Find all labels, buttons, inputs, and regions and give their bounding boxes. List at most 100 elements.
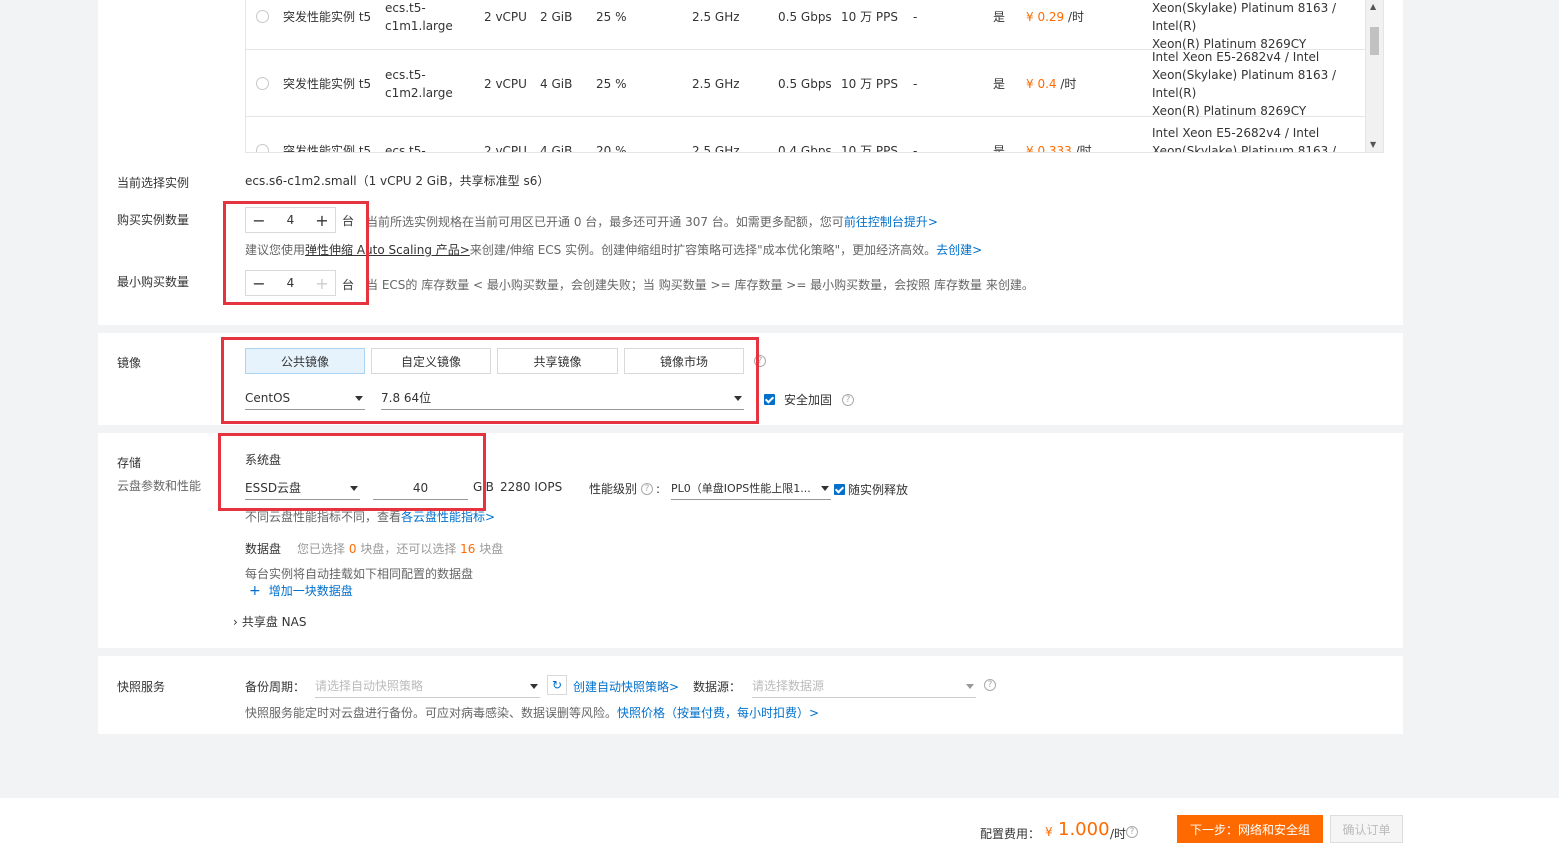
table-row[interactable]: 突发性能实例 t5 ecs.t5- 2 vCPU 4 GiB 20 % 2.5 GHz 0.…: [246, 117, 1366, 153]
quota-link[interactable]: 前往控制台提升>: [844, 215, 938, 229]
price-value: ¥ 0.29: [1026, 9, 1065, 24]
nas-label: 共享盘 NAS: [241, 615, 307, 629]
table-row[interactable]: 突发性能实例 t5 ecs.t5- c1m1.large 2 vCPU 2 GiB 25 …: [246, 0, 1366, 51]
security-option[interactable]: 安全加固?: [764, 391, 855, 408]
snapshot-policy-placeholder: 请选择自动快照策略: [315, 679, 424, 693]
next-network-button[interactable]: 下一步：网络和安全组: [1177, 815, 1323, 843]
spec-line: ecs.t5-: [385, 67, 426, 82]
cell-support: 是: [993, 76, 1006, 91]
spec-line: ecs.t5-: [385, 0, 426, 15]
disk-iops: 2280 IOPS: [500, 480, 563, 494]
cell-price: ¥ 0.29 /时: [1026, 0, 1084, 50]
create-snapshot-policy-link[interactable]: 创建自动快照策略>: [573, 678, 679, 695]
help-icon[interactable]: ?: [984, 679, 996, 691]
scroll-down-icon[interactable]: ▼: [1370, 140, 1376, 149]
add-data-disk-button[interactable]: + 增加一块数据盘: [249, 582, 353, 599]
colon: :: [656, 481, 661, 496]
cell-support: 是: [993, 143, 1006, 153]
cell-bw: 0.4 Gbps: [778, 143, 832, 153]
data-disk-info: 您已选择 0 块盘，还可以选择 16 块盘: [297, 540, 503, 557]
perf-link[interactable]: 各云盘性能指标>: [401, 510, 495, 524]
perf-level-value: PL0（单盘IOPS性能上限1...: [671, 481, 811, 495]
help-icon[interactable]: ?: [1126, 826, 1138, 838]
scaling-create-link[interactable]: 去创建>: [936, 243, 982, 257]
table-scrollbar[interactable]: ▲ ▼: [1365, 0, 1383, 152]
radio-icon[interactable]: [256, 144, 269, 152]
table-row[interactable]: 突发性能实例 t5 ecs.t5- c1m2.large 2 vCPU 4 GiB 25 …: [246, 50, 1366, 118]
cell-vcpu: 2 vCPU: [484, 143, 527, 153]
nas-toggle[interactable]: › 共享盘 NAS: [233, 613, 306, 630]
price-value: ¥ 0.333: [1026, 143, 1072, 153]
radio-icon[interactable]: [256, 77, 269, 90]
cell-pps: 10 万 PPS: [841, 9, 898, 24]
snapshot-note-text: 快照服务能定时对云盘进行备份。可应对病毒感染、数据误删等风险。: [245, 706, 618, 720]
cell-vcpu: 2 vCPU: [484, 9, 527, 24]
refresh-icon[interactable]: ↻: [547, 675, 567, 695]
security-label: 安全加固: [784, 393, 833, 407]
cell-bw: 0.5 Gbps: [778, 9, 832, 24]
confirm-label: 确认订单: [1342, 822, 1391, 837]
cell-ipv6: -: [913, 143, 918, 153]
cpu-line: Xeon(Skylake) Platinum 8163 / Intel(R): [1152, 0, 1337, 33]
cell-bw: 0.5 Gbps: [778, 76, 832, 91]
highlight-disk-box: [218, 433, 486, 511]
cell-price: ¥ 0.333 /时: [1026, 117, 1092, 153]
chevron-down-icon: [530, 684, 538, 689]
scrollbar-thumb[interactable]: [1370, 27, 1379, 55]
current-instance-label: 当前选择实例: [117, 176, 190, 190]
cell-family: 突发性能实例 t5: [283, 143, 372, 153]
snapshot-panel: [98, 656, 1403, 734]
cell-vcpu: 2 vCPU: [484, 76, 527, 91]
snapshot-policy-select[interactable]: 请选择自动快照策略: [315, 674, 540, 698]
instance-table: 突发性能实例 t5 ecs.t5- c1m1.large 2 vCPU 2 GiB 25 …: [245, 0, 1384, 153]
perf-level-select[interactable]: PL0（单盘IOPS性能上限1...: [671, 476, 831, 500]
highlight-quantity-box: [223, 201, 369, 305]
chevron-right-icon: ›: [233, 615, 238, 629]
highlight-image-box: [221, 337, 759, 424]
cell-cpu: Intel Xeon E5-2682v4 / IntelXeon(Skylake…: [1152, 0, 1366, 51]
row-radio[interactable]: [256, 50, 269, 117]
cell-freq: 2.5 GHz: [692, 143, 740, 153]
snapshot-price-link[interactable]: 快照价格（按量付费，每小时扣费）>: [617, 706, 819, 720]
storage-sublabel: 云盘参数和性能: [117, 479, 202, 493]
footer-bar: 配置费用： ¥ 1.000 /时 ? 下一步：网络和安全组 确认订单: [0, 798, 1559, 843]
cell-pps: 10 万 PPS: [841, 143, 898, 153]
cost-currency: ¥: [1045, 825, 1053, 839]
cell-pps: 10 万 PPS: [841, 76, 898, 91]
cell-baseline: 20 %: [596, 143, 627, 153]
cell-cpu: Intel Xeon E5-2682v4 / IntelXeon(Skylake…: [1152, 117, 1366, 153]
row-radio[interactable]: [256, 117, 269, 152]
cost-label: 配置费用：: [980, 827, 1041, 841]
perf-note-text: 不同云盘性能指标不同，查看: [245, 510, 402, 524]
price-unit: /时: [1075, 143, 1092, 153]
release-label: 随实例释放: [848, 483, 909, 497]
cell-baseline: 25 %: [596, 9, 627, 24]
checkbox-checked-icon[interactable]: [764, 394, 775, 405]
cell-family: 突发性能实例 t5: [283, 9, 372, 24]
scroll-up-icon[interactable]: ▲: [1370, 2, 1376, 11]
cell-family: 突发性能实例 t5: [283, 76, 372, 91]
price-value: ¥ 0.4: [1026, 76, 1057, 91]
row-radio[interactable]: [256, 0, 269, 50]
perf-level-label: 性能级别?:: [589, 480, 660, 497]
checkbox-checked-icon[interactable]: [834, 484, 845, 495]
snapshot-label: 快照服务: [117, 680, 166, 694]
release-option[interactable]: 随实例释放: [834, 481, 908, 498]
data-source-select[interactable]: 请选择数据源: [752, 674, 976, 698]
snapshot-note: 快照服务能定时对云盘进行备份。可应对病毒感染、数据误删等风险。快照价格（按量付费…: [245, 704, 819, 721]
help-icon[interactable]: ?: [842, 393, 855, 406]
cell-mem: 4 GiB: [540, 76, 573, 91]
data-disk-label: 数据盘: [245, 542, 282, 556]
radio-icon[interactable]: [256, 10, 269, 23]
data-suffix: 块盘: [479, 542, 504, 556]
data-left: 16: [460, 542, 476, 556]
cell-baseline: 25 %: [596, 76, 627, 91]
period-label: 备份周期：: [245, 680, 306, 694]
data-mid: 块盘，还可以选择: [360, 542, 457, 556]
cell-mem: 4 GiB: [540, 143, 573, 153]
plus-icon: +: [249, 583, 261, 599]
current-instance-value: ecs.s6-c1m2.small（1 vCPU 2 GiB，共享标准型 s6）: [245, 174, 550, 188]
cell-ipv6: -: [913, 76, 918, 91]
cpu-line: Xeon(Skylake) Platinum 8163 / Intel(R): [1152, 143, 1337, 153]
help-icon[interactable]: ?: [641, 482, 654, 495]
